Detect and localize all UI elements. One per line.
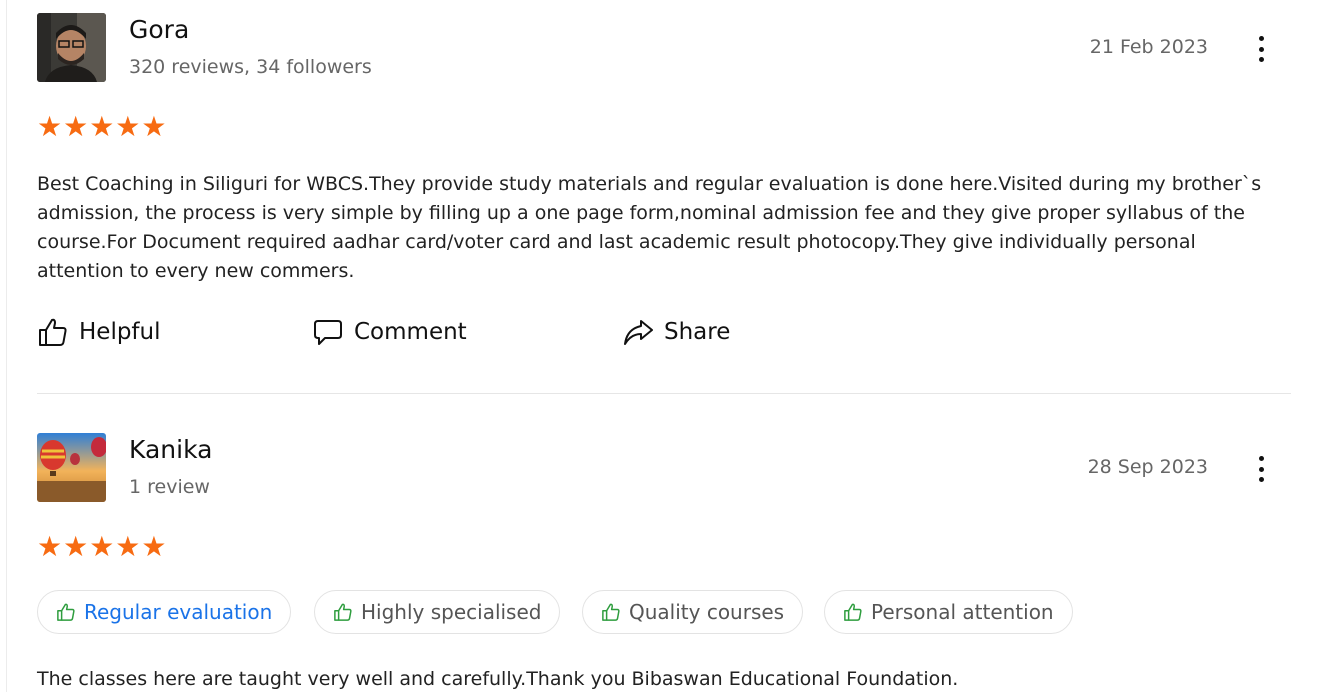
review-card: Kanika 1 review 28 Sep 2023 ★★★★★ Regula… [37, 433, 1291, 692]
tag-quality-courses[interactable]: Quality courses [582, 590, 804, 634]
tag-regular-evaluation[interactable]: Regular evaluation [37, 590, 292, 634]
review-text: Best Coaching in Siliguri for WBCS.They … [37, 173, 1262, 282]
thumbs-up-icon [39, 318, 67, 346]
thumbs-up-icon [57, 603, 75, 621]
tag-label: Quality courses [629, 600, 785, 624]
tag-highly-specialised[interactable]: Highly specialised [314, 590, 561, 634]
reviewer-stats: 1 review [129, 476, 210, 498]
review-card: Gora 320 reviews, 34 followers 21 Feb 20… [37, 13, 1291, 373]
reviewer-name[interactable]: Gora [129, 15, 189, 44]
more-vertical-icon[interactable] [1251, 454, 1271, 484]
speech-bubble-icon [314, 320, 342, 345]
star-rating: ★★★★★ [37, 530, 168, 563]
tag-personal-attention[interactable]: Personal attention [824, 590, 1073, 634]
star-rating: ★★★★★ [37, 110, 168, 143]
avatar[interactable] [37, 13, 106, 82]
share-label: Share [664, 319, 731, 345]
thumbs-up-icon [844, 603, 862, 621]
review-divider [37, 393, 1291, 394]
tag-label: Regular evaluation [84, 600, 273, 624]
share-arrow-icon [624, 320, 653, 345]
thumbs-up-icon [602, 603, 620, 621]
review-date: 28 Sep 2023 [1087, 456, 1208, 478]
share-button[interactable]: Share [622, 316, 730, 348]
reviewer-stats: 320 reviews, 34 followers [129, 56, 372, 78]
review-text: The classes here are taught very well an… [37, 668, 959, 690]
reviewer-name[interactable]: Kanika [129, 435, 212, 464]
more-vertical-icon[interactable] [1251, 34, 1271, 64]
tag-label: Personal attention [871, 600, 1054, 624]
review-actions: Helpful Comment Share [37, 316, 837, 350]
left-border [6, 0, 7, 692]
comment-label: Comment [354, 319, 467, 345]
review-date: 21 Feb 2023 [1089, 36, 1208, 58]
helpful-label: Helpful [79, 319, 161, 345]
highlight-tags: Regular evaluation Highly specialised Qu… [37, 590, 1137, 636]
comment-button[interactable]: Comment [312, 316, 467, 348]
tag-label: Highly specialised [361, 600, 542, 624]
helpful-button[interactable]: Helpful [37, 316, 161, 348]
thumbs-up-icon [334, 603, 352, 621]
avatar[interactable] [37, 433, 106, 502]
